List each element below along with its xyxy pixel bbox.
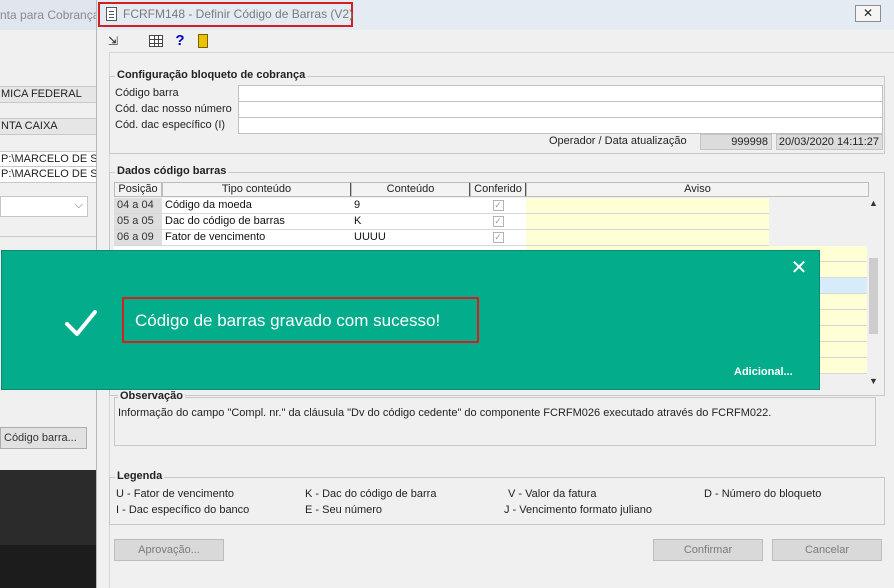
operador-data-label: Operador / Data atualização xyxy=(549,135,687,147)
cell-aviso xyxy=(526,198,769,214)
table-row xyxy=(819,278,867,294)
dados-group-label: Dados código barras xyxy=(115,165,229,177)
cell-posicao: 05 a 05 xyxy=(114,214,162,230)
window-title: FCRFM148 - Definir Código de Barras (V2) xyxy=(123,7,354,21)
desktop-background xyxy=(0,470,100,588)
toast-adicional-link[interactable]: Adicional... xyxy=(734,366,793,378)
check-icon: ✓ xyxy=(492,199,504,211)
column-header-posicao[interactable]: Posição xyxy=(114,182,162,197)
data-atualizacao-value: 20/03/2020 14:11:27 xyxy=(776,134,883,150)
grid-scrollbar[interactable]: ▲ ▼ xyxy=(867,198,880,390)
column-header-conferido[interactable]: Conferido xyxy=(470,182,527,197)
legenda-item: I - Dac específico do banco xyxy=(116,504,250,516)
cell-conteudo[interactable]: UUUU xyxy=(351,230,470,246)
title-bar: FCRFM148 - Definir Código de Barras (V2)… xyxy=(97,0,894,30)
cell-conteudo[interactable]: 9 xyxy=(351,198,470,214)
config-group-label: Configuração bloqueto de cobrança xyxy=(115,69,308,81)
column-header-aviso[interactable]: Aviso xyxy=(526,182,869,197)
cell-tipo: Código da moeda xyxy=(162,198,351,214)
dac-especifico-input[interactable] xyxy=(238,117,883,134)
checkmark-icon xyxy=(65,310,97,336)
table-row xyxy=(819,342,867,358)
observacao-text: Informação do campo "Compl. nr." da cláu… xyxy=(118,407,772,419)
cell-tipo: Fator de vencimento xyxy=(162,230,351,246)
cancelar-button[interactable]: Cancelar xyxy=(772,539,882,561)
legenda-label: Legenda xyxy=(115,470,165,482)
exit-door-icon[interactable] xyxy=(195,33,211,49)
background-window-title: nta para Cobrança xyxy=(0,0,100,30)
cell-posicao: 04 a 04 xyxy=(114,198,162,214)
background-codigo-barra-button[interactable]: Código barra... xyxy=(0,427,87,449)
window-close-button[interactable]: ✕ xyxy=(855,5,881,22)
background-field-2: NTA CAIXA xyxy=(0,118,100,135)
confirmar-button[interactable]: Confirmar xyxy=(653,539,763,561)
table-row xyxy=(819,262,867,278)
dac-nosso-numero-label: Cód. dac nosso número xyxy=(115,103,232,115)
dac-especifico-label: Cód. dac específico (I) xyxy=(115,119,226,131)
table-row xyxy=(819,310,867,326)
chevron-down-icon: ⌵ xyxy=(74,199,83,211)
column-header-tipo[interactable]: Tipo conteúdo xyxy=(162,182,352,197)
cell-conteudo[interactable]: K xyxy=(351,214,470,230)
success-toast: Código de barras gravado com sucesso! ✕ … xyxy=(2,251,819,389)
scroll-up-icon[interactable]: ▲ xyxy=(867,198,880,210)
table-row xyxy=(819,326,867,342)
background-field-4: P:\MARCELO DE SO xyxy=(0,166,100,183)
legenda-item: V - Valor da fatura xyxy=(508,488,597,500)
check-icon: ✓ xyxy=(492,215,504,227)
legenda-item: E - Seu número xyxy=(305,504,383,516)
codigo-barra-label: Código barra xyxy=(115,87,179,99)
conferido-checkbox[interactable]: ✓ xyxy=(470,214,526,230)
background-divider xyxy=(0,236,100,237)
observacao-box: Observação Informação do campo "Compl. n… xyxy=(114,390,876,446)
conferido-checkbox[interactable]: ✓ xyxy=(470,198,526,214)
background-field-1: MICA FEDERAL xyxy=(0,86,100,103)
dac-nosso-numero-input[interactable] xyxy=(238,101,883,118)
cell-posicao: 06 a 09 xyxy=(114,230,162,246)
export-icon[interactable]: ⇲ xyxy=(105,33,121,49)
toast-close-icon[interactable]: ✕ xyxy=(790,258,808,278)
observacao-label: Observação xyxy=(118,390,185,402)
toast-message: Código de barras gravado com sucesso! xyxy=(135,311,441,330)
document-icon xyxy=(106,7,117,21)
help-icon[interactable]: ? xyxy=(172,33,188,49)
toast-message-highlight: Código de barras gravado com sucesso! xyxy=(122,297,479,343)
operador-value: 999998 xyxy=(700,134,772,150)
legenda-group: Legenda xyxy=(109,470,885,525)
cell-aviso xyxy=(526,214,769,230)
conferido-checkbox[interactable]: ✓ xyxy=(470,230,526,246)
check-icon: ✓ xyxy=(492,231,504,243)
title-highlight: FCRFM148 - Definir Código de Barras (V2) xyxy=(98,2,353,27)
legenda-item: U - Fator de vencimento xyxy=(116,488,234,500)
grid-icon[interactable] xyxy=(148,33,164,49)
column-header-conteudo[interactable]: Conteúdo xyxy=(351,182,471,197)
cell-tipo: Dac do código de barras xyxy=(162,214,351,230)
background-select[interactable]: ⌵ xyxy=(0,196,88,217)
toolbar: ⇲ ? xyxy=(97,30,894,52)
scroll-down-icon[interactable]: ▼ xyxy=(867,376,880,388)
scroll-thumb[interactable] xyxy=(869,258,878,334)
codigo-barra-input[interactable] xyxy=(238,85,883,102)
legenda-item: K - Dac do código de barra xyxy=(305,488,437,500)
table-row xyxy=(819,294,867,310)
aprovacao-button[interactable]: Aprovação... xyxy=(114,539,224,561)
background-window: nta para Cobrança MICA FEDERAL NTA CAIXA… xyxy=(0,0,100,470)
legenda-item: J - Vencimento formato juliano xyxy=(504,504,652,516)
cell-aviso xyxy=(526,230,769,246)
table-row xyxy=(819,358,867,374)
legenda-item: D - Número do bloqueto xyxy=(704,488,822,500)
